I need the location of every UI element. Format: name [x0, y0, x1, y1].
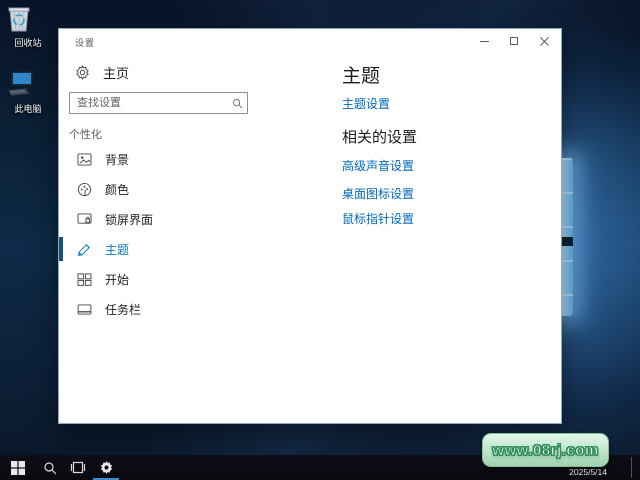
mouse-pointer-settings-link[interactable]: 鼠标指针设置 — [342, 210, 414, 227]
desktop-icon-label: 此电脑 — [14, 104, 42, 114]
window-titlebar[interactable]: 设置 — [59, 29, 561, 53]
sidebar-item-start[interactable]: 开始 — [59, 264, 286, 294]
background-icon — [76, 151, 92, 167]
related-settings-heading: 相关的设置 — [342, 129, 418, 146]
watermark-text: www.08rj.com — [492, 441, 599, 459]
window-title: 设置 — [75, 38, 96, 48]
sidebar-item-label: 背景 — [105, 152, 130, 167]
sidebar-item-label: 颜色 — [105, 182, 130, 197]
sidebar-item-label: 锁屏界面 — [105, 212, 154, 227]
search-icon[interactable] — [227, 98, 247, 109]
maximize-button[interactable] — [499, 29, 529, 53]
desktop: 回收站 此电脑 设置 主页 查找设置 个性化 背景 颜色 锁屏界面 主题 开始 … — [0, 0, 640, 480]
sidebar-item-label: 任务栏 — [105, 302, 142, 317]
gear-icon — [100, 460, 112, 475]
sidebar-section-label: 个性化 — [69, 129, 102, 141]
recycle-bin-icon — [4, 4, 52, 34]
close-button[interactable] — [529, 29, 559, 53]
sidebar-item-home[interactable]: 主页 — [75, 61, 129, 83]
start-icon — [76, 271, 92, 287]
lock-screen-icon — [76, 211, 92, 227]
show-desktop-button[interactable] — [631, 457, 632, 478]
minimize-icon — [479, 40, 489, 42]
sidebar-item-themes[interactable]: 主题 — [59, 234, 286, 264]
settings-window: 设置 主页 个性化 — [58, 28, 562, 424]
desktop-icon-recycle-bin[interactable]: 回收站 — [4, 4, 52, 49]
window-controls — [469, 29, 559, 53]
sidebar-nav: 背景 颜色 锁屏界面 主题 开始 任务栏 — [59, 144, 286, 324]
desktop-icon-label: 回收站 — [14, 38, 42, 48]
tray-date[interactable]: 2025/5/14 — [569, 467, 607, 477]
taskbar-settings-button[interactable] — [90, 455, 122, 480]
sidebar-item-taskbar[interactable]: 任务栏 — [59, 294, 286, 324]
sidebar-item-label: 开始 — [105, 272, 130, 287]
themes-icon — [76, 241, 92, 257]
sidebar-item-background[interactable]: 背景 — [59, 144, 286, 174]
settings-sidebar: 主页 个性化 背景 — [59, 53, 286, 423]
windows-logo-icon — [11, 460, 25, 475]
task-view-icon — [70, 461, 86, 474]
desktop-icon-settings-link[interactable]: 桌面图标设置 — [342, 185, 414, 202]
search-box[interactable] — [69, 92, 248, 114]
colors-icon — [76, 181, 92, 197]
advanced-sound-settings-link[interactable]: 高级声音设置 — [342, 157, 414, 174]
start-button[interactable] — [2, 455, 34, 480]
search-icon — [44, 461, 57, 474]
maximize-icon — [510, 37, 518, 45]
sidebar-item-lock-screen[interactable]: 锁屏界面 — [59, 204, 286, 234]
watermark-badge: www.08rj.com — [482, 433, 609, 467]
sidebar-item-colors[interactable]: 颜色 — [59, 174, 286, 204]
minimize-button[interactable] — [469, 29, 499, 53]
desktop-icon-this-pc[interactable]: 此电脑 — [4, 68, 52, 115]
page-title: 主题 — [342, 66, 381, 87]
theme-settings-link[interactable]: 主题设置 — [342, 95, 390, 112]
this-pc-icon — [4, 68, 52, 100]
gear-icon — [75, 64, 90, 80]
taskbar-icon — [76, 301, 92, 317]
settings-content: 主题 主题设置 相关的设置 高级声音设置 桌面图标设置 鼠标指针设置 — [284, 53, 561, 423]
sidebar-item-label: 主题 — [105, 242, 130, 257]
sidebar-home-label: 主页 — [103, 65, 130, 81]
close-icon — [539, 36, 549, 46]
search-input[interactable] — [70, 97, 227, 109]
